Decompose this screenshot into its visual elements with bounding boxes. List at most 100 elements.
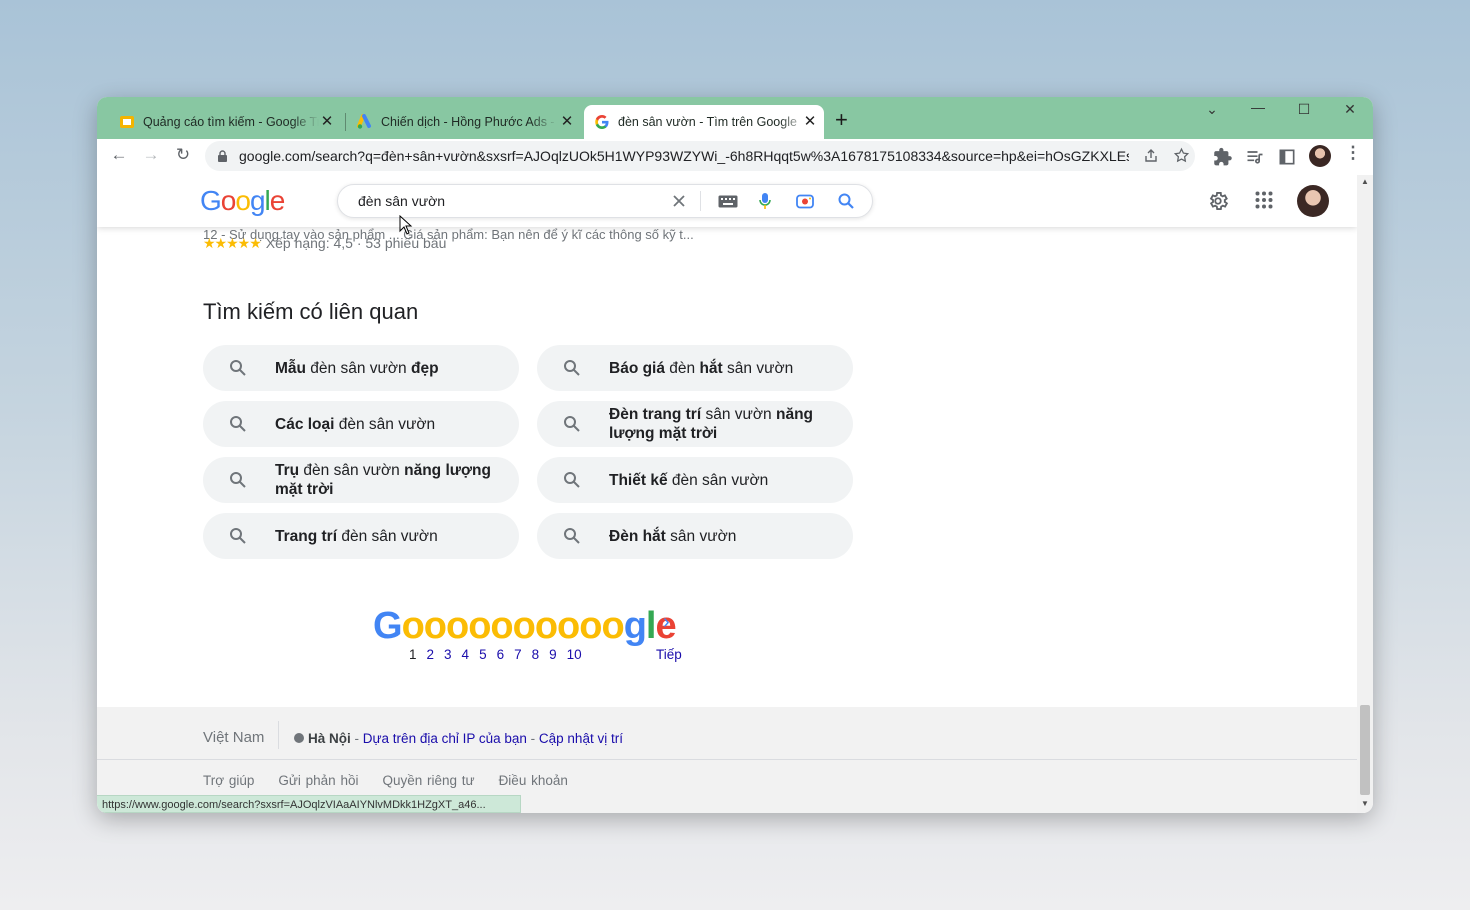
related-search-chip[interactable]: Trang trí đèn sân vườn (203, 513, 519, 559)
minimize-icon[interactable]: — (1243, 99, 1273, 115)
search-icon (564, 360, 580, 376)
page-link[interactable]: 9 (549, 647, 557, 662)
update-location-link[interactable]: Cập nhật vị trí (539, 731, 623, 746)
page-link[interactable]: 5 (479, 647, 487, 662)
tab-title: Chiến dịch - Hồng Phước Ads - C (381, 115, 557, 129)
chip-label: Thiết kế đèn sân vườn (609, 471, 769, 489)
related-search-chip[interactable]: Trụ đèn sân vườn năng lượng mặt trời (203, 457, 519, 503)
page-link[interactable]: 3 (444, 647, 452, 662)
tab-title: đèn sân vườn - Tìm trên Google (618, 115, 797, 129)
related-search-chip[interactable]: Các loại đèn sân vườn (203, 401, 519, 447)
maximize-icon[interactable]: ☐ (1289, 101, 1319, 118)
search-icon (564, 472, 580, 488)
footer-link[interactable]: Điều khoản (499, 773, 568, 788)
tab-google-ads-search[interactable]: Quảng cáo tìm kiếm - Google Tr ✕ (111, 105, 341, 139)
status-bar-url: https://www.google.com/search?sxsrf=AJOq… (97, 795, 521, 813)
search-icon (564, 416, 580, 432)
footer-country: Việt Nam (203, 729, 265, 746)
related-search-chip[interactable]: Báo giá đèn hắt sân vườn (537, 345, 853, 391)
close-window-icon[interactable]: ✕ (1335, 101, 1365, 118)
bookmark-star-icon[interactable] (1173, 147, 1190, 164)
google-logo[interactable]: Google (200, 185, 285, 217)
footer-location: Hà Nội - Dựa trên địa chỉ IP của bạn - C… (294, 731, 623, 746)
page-link[interactable]: 7 (514, 647, 522, 662)
close-tab-icon[interactable]: ✕ (319, 114, 335, 130)
browser-window: Quảng cáo tìm kiếm - Google Tr ✕ Chiến d… (97, 97, 1373, 813)
keyboard-icon[interactable] (718, 195, 738, 208)
chip-label: Đèn hắt sân vườn (609, 527, 737, 545)
page-link[interactable]: 6 (497, 647, 505, 662)
url-text: google.com/search?q=đèn+sân+vườn&sxsrf=A… (239, 148, 1129, 164)
address-bar[interactable]: google.com/search?q=đèn+sân+vườn&sxsrf=A… (205, 141, 1195, 171)
account-avatar[interactable] (1297, 185, 1329, 217)
search-input[interactable] (356, 192, 660, 210)
scrollbar-thumb[interactable] (1360, 705, 1370, 795)
pagination-logo: Goooooooooogle (373, 605, 677, 647)
ip-location-link[interactable]: Dựa trên địa chỉ IP của bạn (363, 731, 527, 746)
footer-line (97, 759, 1357, 760)
search-icon (230, 472, 246, 488)
forward-arrow-icon[interactable]: → (139, 145, 163, 165)
close-tab-icon[interactable]: ✕ (559, 114, 575, 130)
back-arrow-icon[interactable]: ← (107, 145, 131, 165)
related-search-chip[interactable]: Đèn trang trí sân vườn năng lượng mặt tr… (537, 401, 853, 447)
search-icon (564, 528, 580, 544)
footer-links: Trợ giúp Gửi phản hồi Quyền riêng tư Điều k… (203, 773, 568, 788)
search-box (337, 184, 873, 218)
rating-row: ★★★★★ Xếp hạng: 4,5 · 53 phiếu bầu (203, 235, 446, 252)
tab-title: Quảng cáo tìm kiếm - Google Tr (143, 115, 319, 129)
pagination-numbers: 1 2 3 4 5 6 7 8 9 10 (409, 647, 592, 662)
mouse-cursor-icon (399, 215, 413, 235)
tab-search-chevron-icon[interactable]: ⌄ (1197, 101, 1227, 118)
page-link[interactable]: 2 (427, 647, 435, 662)
side-panel-icon[interactable] (1277, 147, 1297, 167)
profile-avatar[interactable] (1309, 145, 1331, 167)
lock-icon[interactable] (217, 150, 228, 162)
media-queue-icon[interactable] (1245, 147, 1265, 167)
menu-kebab-icon[interactable]: ⋮ (1341, 143, 1365, 163)
footer-divider (278, 721, 279, 749)
related-search-chip[interactable]: Mẫu đèn sân vườn đẹp (203, 345, 519, 391)
search-submit-icon[interactable] (838, 193, 854, 209)
chip-label: Báo giá đèn hắt sân vườn (609, 359, 794, 377)
next-page-link[interactable]: Tiếp (656, 647, 682, 662)
share-icon[interactable] (1143, 148, 1159, 164)
new-tab-plus-icon[interactable]: + (835, 109, 848, 131)
page-link[interactable]: 4 (462, 647, 470, 662)
chip-label: Trang trí đèn sân vườn (275, 527, 438, 545)
rating-stars-icon: ★★★★★ (203, 235, 262, 251)
page-link[interactable]: 10 (567, 647, 582, 662)
chip-label: Trụ đèn sân vườn năng lượng mặt trời (275, 462, 491, 498)
voice-search-mic-icon[interactable] (758, 192, 772, 210)
chip-label: Đèn trang trí sân vườn năng lượng mặt tr… (609, 406, 814, 442)
footer-link[interactable]: Trợ giúp (203, 773, 254, 788)
close-tab-icon[interactable]: ✕ (802, 114, 818, 130)
search-divider (700, 191, 701, 211)
search-icon (230, 360, 246, 376)
scroll-up-arrow-icon[interactable]: ▲ (1361, 177, 1369, 186)
tab-campaign[interactable]: Chiến dịch - Hồng Phước Ads - C ✕ (349, 105, 581, 139)
scroll-down-arrow-icon[interactable]: ▼ (1361, 799, 1369, 808)
reload-icon[interactable]: ↻ (171, 145, 195, 165)
page-link[interactable]: 8 (532, 647, 540, 662)
clear-search-icon[interactable] (672, 194, 686, 208)
page-scrollbar[interactable]: ▲ ▼ (1357, 175, 1373, 813)
next-chevron-icon[interactable]: › (663, 611, 670, 634)
footer-link[interactable]: Gửi phản hồi (278, 773, 358, 788)
search-icon (230, 416, 246, 432)
settings-gear-icon[interactable] (1207, 190, 1229, 212)
extensions-puzzle-icon[interactable] (1213, 147, 1233, 167)
tab-google-search[interactable]: đèn sân vườn - Tìm trên Google ✕ (584, 105, 824, 139)
google-apps-grid-icon[interactable] (1255, 191, 1273, 209)
chip-label: Mẫu đèn sân vườn đẹp (275, 359, 439, 377)
google-lens-camera-icon[interactable] (796, 193, 814, 209)
tab-strip: Quảng cáo tìm kiếm - Google Tr ✕ Chiến d… (97, 97, 1373, 139)
tab-separator (345, 113, 346, 131)
footer-link[interactable]: Quyền riêng tư (382, 773, 474, 788)
chip-label: Các loại đèn sân vườn (275, 415, 436, 433)
related-search-chip[interactable]: Đèn hắt sân vườn (537, 513, 853, 559)
related-search-chip[interactable]: Thiết kế đèn sân vườn (537, 457, 853, 503)
page-link-current: 1 (409, 647, 417, 662)
location-dot-icon (294, 733, 304, 743)
google-header: Google (97, 175, 1357, 227)
